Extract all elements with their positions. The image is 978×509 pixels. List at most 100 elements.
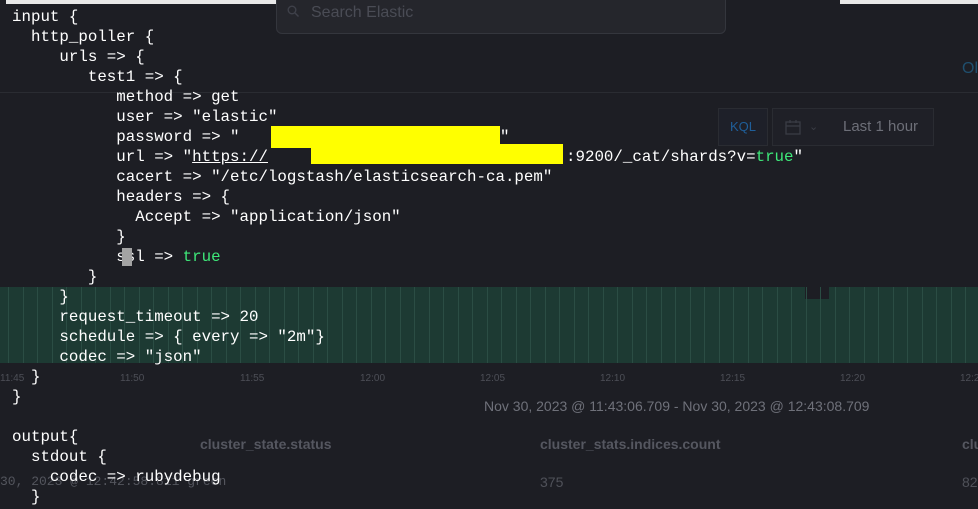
axis-tick-label: 11:45 <box>0 373 25 384</box>
histogram-bar <box>690 287 691 363</box>
axis-tick-label: 12:00 <box>360 373 386 384</box>
column-header-indices[interactable]: cluster_stats.indices.count <box>540 436 721 452</box>
time-range-text: Nov 30, 2023 @ 11:43:06.709 - Nov 30, 20… <box>484 398 870 414</box>
histogram-bar <box>936 287 937 363</box>
histogram-bar <box>124 287 125 363</box>
ssl-value: true <box>182 248 221 266</box>
histogram-bar <box>806 287 807 363</box>
histogram-bar <box>168 287 169 363</box>
histogram-bar <box>400 287 401 363</box>
histogram-bar <box>269 287 270 363</box>
histogram-bar <box>356 287 357 363</box>
histogram-bar <box>95 287 96 363</box>
histogram-bar <box>313 287 314 363</box>
histogram-bar <box>385 287 386 363</box>
histogram-bar <box>37 287 38 363</box>
histogram-bar <box>66 287 67 363</box>
histogram-chart <box>0 287 978 363</box>
column-header-status[interactable]: cluster_state.status <box>200 436 332 452</box>
axis-tick-label: 12:25 <box>960 373 978 384</box>
histogram-bar <box>632 287 633 363</box>
histogram-bar <box>675 287 676 363</box>
query-language-button[interactable]: KQL <box>718 108 768 146</box>
axis-tick-label: 11:50 <box>120 373 145 384</box>
row-timestamp: 30, 2023 @ 12:42:58.811 <box>0 474 180 489</box>
histogram-bar <box>8 287 9 363</box>
column-header-partial[interactable]: clu <box>962 436 978 452</box>
histogram-bar <box>487 287 488 363</box>
axis-tick-label: 12:05 <box>480 373 506 384</box>
histogram-bar <box>835 287 836 363</box>
histogram-bar <box>443 287 444 363</box>
histogram-bar <box>748 287 749 363</box>
cell-indices-count: 375 <box>540 474 564 490</box>
faded-row-text: 30, 2023 @ 12:42:58.811 green <box>0 474 226 489</box>
histogram-bar <box>414 287 415 363</box>
config-line-password: password => " <box>12 128 240 146</box>
histogram-bar <box>893 287 894 363</box>
histogram-bar <box>588 287 589 363</box>
config-line-url: url => "https:// <box>12 148 268 166</box>
search-placeholder: Search Elastic <box>311 4 414 21</box>
histogram-bar <box>255 287 256 363</box>
histogram-bar <box>429 287 430 363</box>
config-line-ssl: ssl => true <box>12 248 221 266</box>
histogram-bar <box>704 287 705 363</box>
histogram-bar <box>864 287 865 363</box>
histogram-bar <box>211 287 212 363</box>
histogram-bar <box>153 287 154 363</box>
axis-tick-label: 12:20 <box>840 373 866 384</box>
histogram-bar <box>559 287 560 363</box>
header-divider <box>0 92 978 93</box>
search-icon <box>287 5 299 17</box>
histogram-bar <box>81 287 82 363</box>
histogram-bar <box>226 287 227 363</box>
date-picker[interactable]: ⌄ Last 1 hour <box>772 108 934 146</box>
histogram-bar <box>197 287 198 363</box>
histogram-bar <box>23 287 24 363</box>
histogram-bar <box>878 287 879 363</box>
time-range-label[interactable]: Last 1 hour <box>843 118 918 135</box>
url-prefix: https:// <box>192 148 268 166</box>
search-input[interactable]: Search Elastic <box>276 0 726 34</box>
histogram-bar <box>661 287 662 363</box>
cell-partial: 82 <box>962 474 978 490</box>
nav-fragment[interactable]: Ol <box>962 60 978 78</box>
histogram-bar <box>762 287 763 363</box>
chevron-down-icon[interactable]: ⌄ <box>809 120 818 133</box>
histogram-bar <box>951 287 952 363</box>
histogram-bar <box>139 287 140 363</box>
histogram-bar <box>719 287 720 363</box>
histogram-bar <box>501 287 502 363</box>
axis-tick-label: 12:15 <box>720 373 746 384</box>
histogram-bar <box>52 287 53 363</box>
histogram-bar <box>820 287 821 363</box>
histogram-bar <box>327 287 328 363</box>
row-status: green <box>187 474 227 489</box>
histogram-bar <box>516 287 517 363</box>
histogram-bar <box>342 287 343 363</box>
histogram-bar <box>298 287 299 363</box>
axis-tick-label: 11:55 <box>240 373 265 384</box>
histogram-bar <box>907 287 908 363</box>
histogram-bar <box>545 287 546 363</box>
histogram-bar <box>110 287 111 363</box>
calendar-icon <box>785 120 801 135</box>
histogram-bar <box>617 287 618 363</box>
histogram-bar <box>240 287 241 363</box>
histogram-bar <box>371 287 372 363</box>
histogram-bar <box>458 287 459 363</box>
histogram-bar <box>182 287 183 363</box>
url-suffix: :9200/_cat/shards?v=true" <box>566 148 803 166</box>
histogram-bar <box>530 287 531 363</box>
histogram-bar <box>472 287 473 363</box>
histogram-bar <box>284 287 285 363</box>
histogram-bar <box>733 287 734 363</box>
histogram-bar <box>849 287 850 363</box>
histogram-bar <box>574 287 575 363</box>
histogram-bar <box>965 287 966 363</box>
histogram-bar <box>646 287 647 363</box>
histogram-bar <box>777 287 778 363</box>
histogram-bar <box>922 287 923 363</box>
histogram-bar <box>603 287 604 363</box>
